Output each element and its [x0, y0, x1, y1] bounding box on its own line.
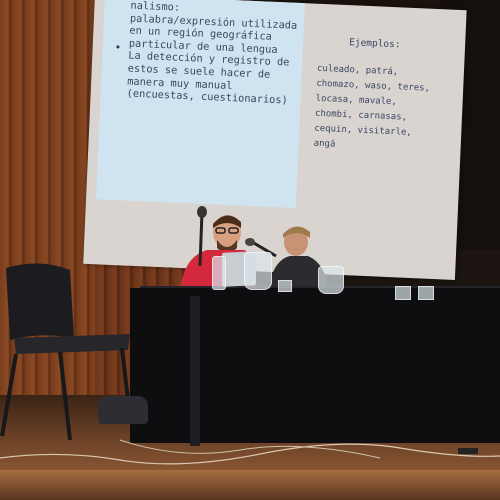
water-pitcher-icon	[244, 252, 272, 290]
water-bottle	[212, 256, 226, 290]
glass-right-1	[395, 286, 411, 300]
black-tablecloth-table	[130, 288, 500, 443]
floor-cables	[0, 439, 500, 465]
backpack-on-floor	[98, 396, 148, 424]
stage-front-edge	[0, 470, 500, 500]
slide-definition-text: nalismo: palabra/expresión utilizada en …	[126, 0, 298, 107]
slide-examples-list: culeado, patrá, chomazo, waso, teres, lo…	[313, 63, 431, 150]
glass-icon	[278, 280, 292, 292]
water-pitcher-right	[318, 266, 344, 294]
slide-bullet: •	[114, 40, 122, 55]
conference-photo: • nalismo: palabra/expresión utilizada e…	[0, 0, 500, 500]
glass-right-2	[418, 286, 434, 300]
slide-examples-heading: Ejemplos:	[348, 37, 401, 51]
tablecloth-fold	[190, 296, 200, 446]
